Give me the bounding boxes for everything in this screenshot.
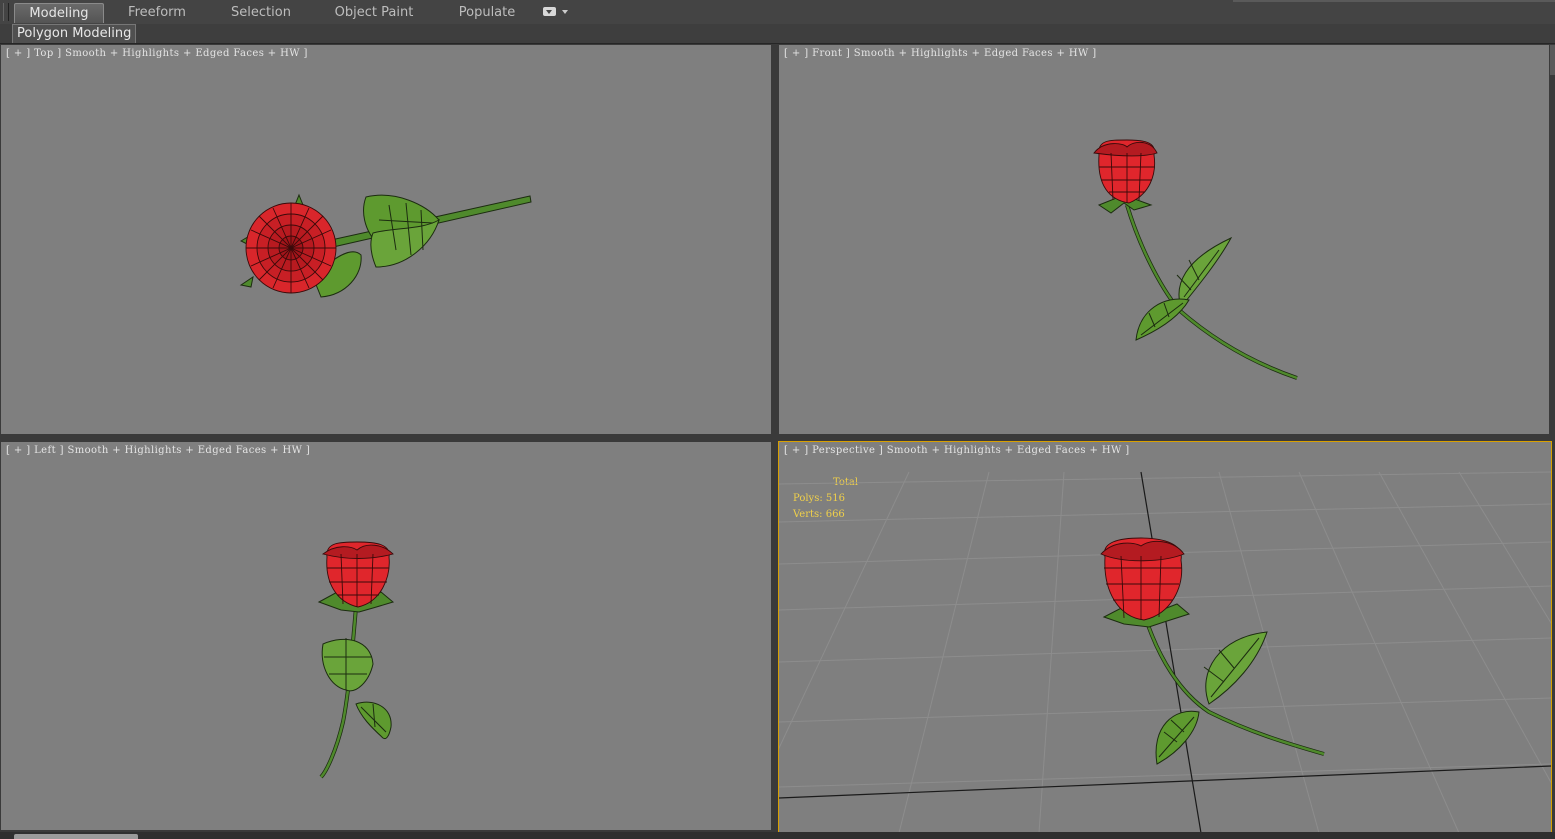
tab-populate[interactable]: Populate bbox=[448, 3, 526, 22]
tab-freeform[interactable]: Freeform bbox=[118, 3, 196, 22]
perspective-scene[interactable] bbox=[779, 442, 1551, 833]
rose-model-top-view[interactable] bbox=[1, 45, 771, 434]
ribbon-panel-bar: Polygon Modeling bbox=[0, 24, 1555, 44]
viewport-top[interactable]: [ + ] Top ] Smooth + Highlights + Edged … bbox=[1, 45, 771, 434]
tab-object-paint[interactable]: Object Paint bbox=[330, 3, 418, 22]
rose-model-front-view[interactable] bbox=[779, 45, 1549, 434]
ribbon-tab-bar: Modeling Freeform Selection Object Paint… bbox=[0, 0, 1555, 25]
rose-model-left-view[interactable] bbox=[1, 442, 771, 830]
ribbon-options-icon bbox=[543, 7, 556, 16]
time-slider[interactable] bbox=[14, 834, 138, 839]
status-bar bbox=[0, 832, 1555, 839]
panel-polygon-modeling[interactable]: Polygon Modeling bbox=[12, 24, 137, 43]
chevron-down-icon bbox=[562, 10, 568, 14]
tab-selection[interactable]: Selection bbox=[222, 3, 300, 22]
divider bbox=[1233, 0, 1555, 2]
ribbon-grip[interactable] bbox=[3, 3, 9, 21]
viewport-perspective[interactable]: [ + ] Perspective ] Smooth + Highlights … bbox=[778, 441, 1552, 834]
viewport-scrollbar[interactable] bbox=[1550, 45, 1555, 75]
viewport-front[interactable]: [ + ] Front ] Smooth + Highlights + Edge… bbox=[779, 45, 1549, 434]
viewport-left[interactable]: [ + ] Left ] Smooth + Highlights + Edged… bbox=[1, 442, 771, 830]
ribbon-options-dropdown[interactable] bbox=[543, 7, 568, 19]
tab-modeling[interactable]: Modeling bbox=[14, 3, 104, 23]
home-grid bbox=[779, 471, 1551, 833]
